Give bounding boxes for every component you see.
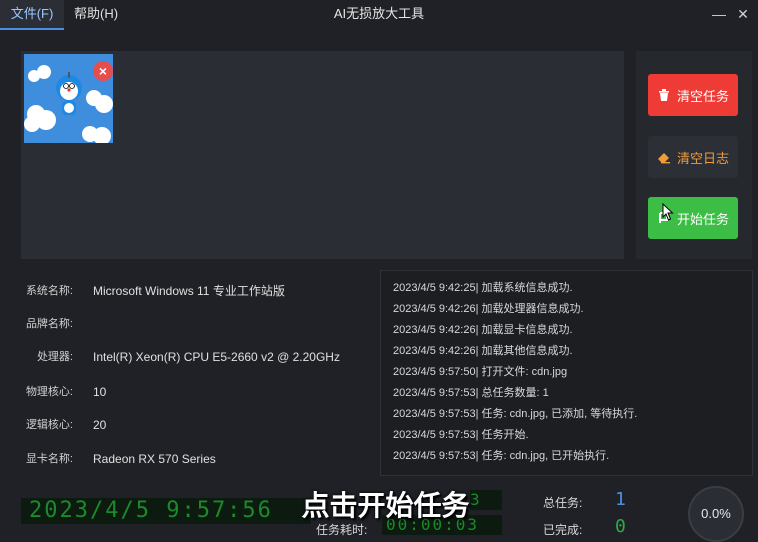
eraser-icon (657, 153, 670, 164)
info-label: 处理器: (36, 351, 73, 363)
log-line: 2023/4/5 9:57:53| 任务开始. (393, 429, 529, 441)
info-label: 系统名称: (25, 285, 73, 297)
log-line: 2023/4/5 9:42:26| 加载处理器信息成功. (393, 303, 584, 315)
action-panel: 清空任务 清空日志 开始任务 (636, 51, 752, 259)
image-thumbnail[interactable]: × (24, 54, 113, 143)
clock-display: 2023/4/5 9:57:56 (21, 498, 311, 524)
total-tasks-value: 1 (615, 489, 626, 510)
video-subtitle: 点击开始任务 (301, 490, 470, 521)
log-line: 2023/4/5 9:42:26| 加载其他信息成功. (393, 345, 573, 357)
mouse-cursor-icon (662, 203, 674, 221)
log-line: 2023/4/5 9:42:25| 加载系统信息成功. (393, 282, 573, 294)
system-info-panel: 系统名称: Microsoft Windows 11 专业工作站版 品牌名称: … (11, 270, 373, 476)
log-panel[interactable]: 2023/4/5 9:42:25| 加载系统信息成功. 2023/4/5 9:4… (380, 270, 753, 476)
info-label: 逻辑核心: (25, 419, 73, 431)
log-line: 2023/4/5 9:57:53| 任务: cdn.jpg, 已添加, 等待执行… (393, 408, 638, 420)
minimize-button[interactable]: — (709, 5, 729, 25)
info-value: Intel(R) Xeon(R) CPU E5-2660 v2 @ 2.20GH… (93, 350, 340, 364)
progress-circle: 0.0% (688, 486, 744, 542)
completed-label: 已完成: (543, 523, 583, 537)
info-value: 10 (93, 385, 107, 399)
trash-icon (658, 89, 669, 101)
title-bar: 文件(F) 帮助(H) AI无损放大工具 — ✕ (0, 0, 758, 30)
clear-log-button[interactable]: 清空日志 (648, 136, 738, 178)
clear-tasks-button[interactable]: 清空任务 (648, 74, 738, 116)
menu-file[interactable]: 文件(F) (0, 0, 64, 30)
completed-value: 0 (615, 516, 626, 537)
total-tasks-label: 总任务: (543, 496, 583, 510)
log-line: 2023/4/5 9:57:53| 任务: cdn.jpg, 已开始执行. (393, 450, 610, 462)
menu-help[interactable]: 帮助(H) (64, 0, 128, 30)
clear-log-label: 清空日志 (676, 150, 729, 166)
log-line: 2023/4/5 9:42:26| 加载显卡信息成功. (393, 324, 573, 336)
clear-tasks-label: 清空任务 (676, 88, 729, 104)
image-preview-area[interactable]: × (21, 51, 624, 259)
remove-image-button[interactable]: × (93, 61, 113, 81)
info-value: Microsoft Windows 11 专业工作站版 (93, 284, 285, 298)
info-value: 20 (93, 418, 107, 432)
info-label: 品牌名称: (25, 318, 73, 330)
info-label: 物理核心: (25, 386, 73, 398)
log-line: 2023/4/5 9:57:50| 打开文件: cdn.jpg (393, 366, 568, 378)
info-value: Radeon RX 570 Series (93, 452, 216, 466)
info-label: 显卡名称: (25, 453, 73, 465)
close-button[interactable]: ✕ (733, 5, 753, 25)
log-line: 2023/4/5 9:57:53| 总任务数量: 1 (393, 387, 549, 399)
start-tasks-label: 开始任务 (676, 211, 729, 227)
